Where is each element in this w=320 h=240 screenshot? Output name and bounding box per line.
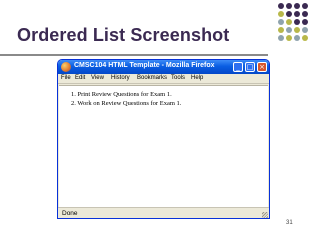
slide-number: 31 bbox=[286, 220, 293, 226]
menu-view[interactable]: View bbox=[91, 75, 104, 81]
maximize-button[interactable]: □ bbox=[245, 62, 255, 72]
status-text: Done bbox=[62, 210, 78, 217]
menu-tools[interactable]: Tools bbox=[171, 75, 185, 81]
status-bar: Done bbox=[58, 207, 269, 218]
browser-window: CMSC104 HTML Template - Mozilla Firefox … bbox=[57, 59, 270, 219]
decorative-dot bbox=[278, 11, 284, 17]
decorative-dot bbox=[278, 35, 284, 41]
menu-history[interactable]: History bbox=[111, 75, 130, 81]
firefox-icon bbox=[61, 62, 71, 72]
decorative-dot bbox=[302, 27, 308, 33]
menu-bookmarks[interactable]: Bookmarks bbox=[137, 75, 167, 81]
decorative-dot bbox=[302, 35, 308, 41]
decorative-dot bbox=[286, 19, 292, 25]
close-button[interactable]: × bbox=[257, 62, 267, 72]
decorative-dot bbox=[278, 3, 284, 9]
close-icon: × bbox=[259, 63, 265, 71]
decorative-dot bbox=[278, 19, 284, 25]
decorative-dot bbox=[294, 11, 300, 17]
list-item: 1. Print Review Questions for Exam 1. bbox=[71, 91, 172, 98]
decorative-dot bbox=[294, 19, 300, 25]
menu-bar: File Edit View History Bookmarks Tools H… bbox=[58, 74, 269, 84]
decorative-dot bbox=[294, 27, 300, 33]
list-item: 2. Work on Review Questions for Exam 1. bbox=[71, 100, 182, 107]
decorative-dot bbox=[286, 11, 292, 17]
title-divider bbox=[0, 54, 268, 56]
menu-help[interactable]: Help bbox=[191, 75, 203, 81]
decorative-dot bbox=[294, 3, 300, 9]
maximize-icon: □ bbox=[246, 63, 254, 71]
decorative-dot bbox=[302, 11, 308, 17]
window-title: CMSC104 HTML Template - Mozilla Firefox bbox=[74, 62, 215, 69]
decorative-dot bbox=[302, 3, 308, 9]
decorative-dot bbox=[294, 35, 300, 41]
slide-title: Ordered List Screenshot bbox=[17, 25, 230, 45]
minimize-icon: _ bbox=[236, 63, 240, 71]
resize-grip[interactable] bbox=[262, 212, 268, 218]
decorative-dot bbox=[286, 35, 292, 41]
decorative-dot-grid bbox=[276, 3, 320, 43]
decorative-dot bbox=[286, 27, 292, 33]
decorative-dot bbox=[278, 27, 284, 33]
page-content: 1. Print Review Questions for Exam 1. 2.… bbox=[59, 85, 268, 207]
decorative-dot bbox=[286, 3, 292, 9]
minimize-button[interactable]: _ bbox=[233, 62, 243, 72]
decorative-dot bbox=[302, 19, 308, 25]
window-titlebar[interactable]: CMSC104 HTML Template - Mozilla Firefox … bbox=[58, 60, 269, 74]
slide: Ordered List Screenshot CMSC104 HTML Tem… bbox=[0, 0, 320, 240]
menu-edit[interactable]: Edit bbox=[75, 75, 85, 81]
menu-file[interactable]: File bbox=[61, 75, 71, 81]
